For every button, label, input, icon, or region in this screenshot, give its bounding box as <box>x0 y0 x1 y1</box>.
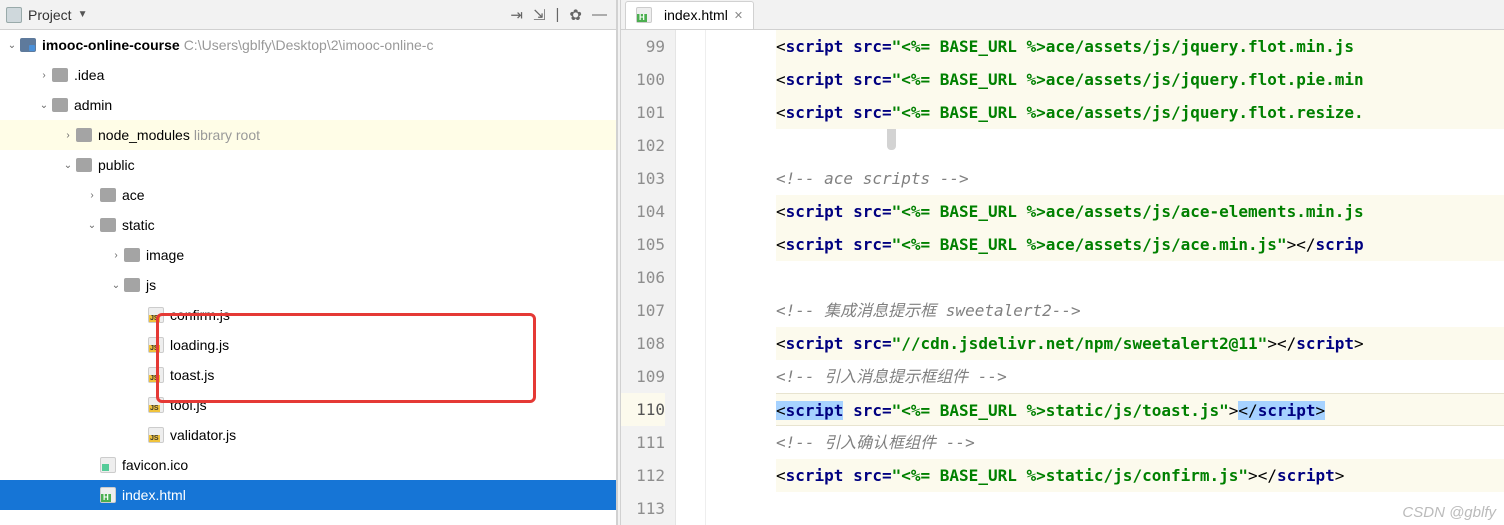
line-number: 111 <box>621 426 665 459</box>
chevron-down-icon[interactable]: ⌄ <box>36 100 52 111</box>
code-line: <script src="//cdn.jsdelivr.net/npm/swee… <box>776 327 1504 360</box>
code-line: <script src="<%= BASE_URL %>ace/assets/j… <box>776 195 1504 228</box>
js-file-icon <box>148 307 164 323</box>
line-number: 102 <box>621 129 665 162</box>
root-name: imooc-online-course <box>42 37 180 53</box>
tree-item-toast-js[interactable]: toast.js <box>0 360 616 390</box>
divider-icon: | <box>553 6 563 23</box>
close-icon[interactable]: ✕ <box>734 9 743 22</box>
line-number: 108 <box>621 327 665 360</box>
project-icon <box>6 7 22 23</box>
code-line <box>776 492 1504 525</box>
tab-index-html[interactable]: index.html ✕ <box>625 1 754 29</box>
tree-item-js[interactable]: ⌄ js <box>0 270 616 300</box>
js-file-icon <box>148 427 164 443</box>
line-number: 100 <box>621 63 665 96</box>
folder-icon <box>52 68 68 82</box>
ico-file-icon <box>100 457 116 473</box>
tree-item-confirm-js[interactable]: confirm.js <box>0 300 616 330</box>
folder-icon <box>124 278 140 292</box>
line-number: 112 <box>621 459 665 492</box>
fold-gutter <box>676 30 706 525</box>
chevron-right-icon[interactable]: › <box>36 70 52 81</box>
settings-icon[interactable]: ✿ <box>566 6 585 24</box>
select-opened-icon[interactable]: ⇥ <box>507 6 526 24</box>
code-line: <script src="<%= BASE_URL %>ace/assets/j… <box>776 63 1504 96</box>
project-tree[interactable]: ⌄ imooc-online-course C:\Users\gblfy\Des… <box>0 30 616 525</box>
code-line: <!-- 引入消息提示框组件 --> <box>776 360 1504 393</box>
line-number: 104 <box>621 195 665 228</box>
module-icon <box>20 38 36 52</box>
tree-item-static[interactable]: ⌄ static <box>0 210 616 240</box>
code-line: <!-- 集成消息提示框 sweetalert2--> <box>776 294 1504 327</box>
chevron-down-icon[interactable]: ⌄ <box>4 40 20 51</box>
tree-root[interactable]: ⌄ imooc-online-course C:\Users\gblfy\Des… <box>0 30 616 60</box>
tree-item-idea[interactable]: › .idea <box>0 60 616 90</box>
code-line: <script src="<%= BASE_URL %>static/js/co… <box>776 459 1504 492</box>
chevron-right-icon[interactable]: › <box>60 130 76 141</box>
chevron-down-icon[interactable]: ▼ <box>78 9 88 20</box>
folder-icon <box>100 188 116 202</box>
line-number: 110 <box>621 393 665 426</box>
line-number: 105 <box>621 228 665 261</box>
folder-icon <box>76 158 92 172</box>
tree-item-image[interactable]: › image <box>0 240 616 270</box>
tree-item-validator-js[interactable]: validator.js <box>0 420 616 450</box>
code-line: <!-- ace scripts --> <box>776 162 1504 195</box>
code-line <box>776 129 1504 162</box>
line-number: 106 <box>621 261 665 294</box>
html-file-icon <box>636 7 652 23</box>
hide-icon[interactable]: — <box>589 6 610 23</box>
js-file-icon <box>148 397 164 413</box>
tree-item-node-modules[interactable]: › node_modules library root <box>0 120 616 150</box>
folder-icon <box>76 128 92 142</box>
code-line: <script src="<%= BASE_URL %>static/js/to… <box>776 393 1504 426</box>
line-number: 107 <box>621 294 665 327</box>
code-line: <script src="<%= BASE_URL %>ace/assets/j… <box>776 30 1504 63</box>
tree-item-ace[interactable]: › ace <box>0 180 616 210</box>
project-panel: Project ▼ ⇥ ⇲ | ✿ — ⌄ imooc-online-cours… <box>0 0 617 525</box>
line-number: 113 <box>621 492 665 525</box>
tree-item-index-html[interactable]: index.html <box>0 480 616 510</box>
editor-tabs: index.html ✕ <box>621 0 1504 30</box>
chevron-right-icon[interactable]: › <box>84 190 100 201</box>
tree-item-loading-js[interactable]: loading.js <box>0 330 616 360</box>
folder-icon <box>52 98 68 112</box>
code-line: <script src="<%= BASE_URL %>ace/assets/j… <box>776 228 1504 261</box>
line-number: 103 <box>621 162 665 195</box>
tree-item-favicon[interactable]: favicon.ico <box>0 450 616 480</box>
folder-icon <box>100 218 116 232</box>
folder-icon <box>124 248 140 262</box>
tree-item-tool-js[interactable]: tool.js <box>0 390 616 420</box>
js-file-icon <box>148 367 164 383</box>
html-file-icon <box>100 487 116 503</box>
editor-panel: index.html ✕ 99 100 101 102 103 104 105 … <box>621 0 1504 525</box>
code-area[interactable]: <script src="<%= BASE_URL %>ace/assets/j… <box>706 30 1504 525</box>
tree-item-admin[interactable]: ⌄ admin <box>0 90 616 120</box>
project-title[interactable]: Project <box>28 7 72 23</box>
code-line <box>776 261 1504 294</box>
chevron-down-icon[interactable]: ⌄ <box>84 220 100 231</box>
line-number: 101 <box>621 96 665 129</box>
chevron-down-icon[interactable]: ⌄ <box>108 280 124 291</box>
root-path: C:\Users\gblfy\Desktop\2\imooc-online-c <box>184 37 434 53</box>
line-number: 99 <box>621 30 665 63</box>
line-number: 109 <box>621 360 665 393</box>
expand-all-icon[interactable]: ⇲ <box>530 6 549 24</box>
js-file-icon <box>148 337 164 353</box>
code-line: <script src="<%= BASE_URL %>ace/assets/j… <box>776 96 1504 129</box>
tab-label: index.html <box>664 7 728 23</box>
code-editor[interactable]: 99 100 101 102 103 104 105 106 107 108 1… <box>621 30 1504 525</box>
project-toolbar: Project ▼ ⇥ ⇲ | ✿ — <box>0 0 616 30</box>
code-line: <!-- 引入确认框组件 --> <box>776 426 1504 459</box>
chevron-right-icon[interactable]: › <box>108 250 124 261</box>
line-gutter: 99 100 101 102 103 104 105 106 107 108 1… <box>621 30 676 525</box>
chevron-down-icon[interactable]: ⌄ <box>60 160 76 171</box>
tree-item-public[interactable]: ⌄ public <box>0 150 616 180</box>
